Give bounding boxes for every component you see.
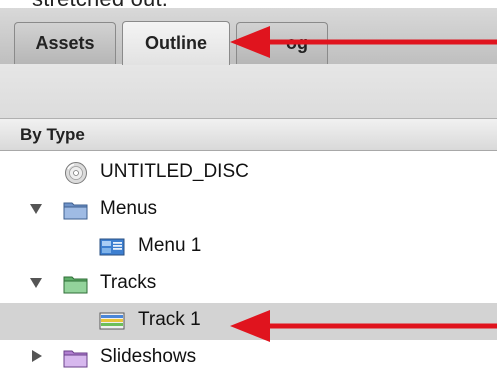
tab-bar: Assets Outline og [0,8,497,65]
menu-icon [99,238,125,256]
folder-blue-icon [63,202,88,220]
outline-row-label: UNTITLED_DISC [100,161,249,182]
outline-row-label: Track 1 [138,309,201,330]
outline-row-label: Menu 1 [138,235,202,256]
outline-row-tracks[interactable]: Tracks [0,266,497,303]
outline-row-label: Slideshows [100,346,197,367]
toolbar-area [0,64,497,119]
column-header[interactable]: By Type [0,119,497,151]
outline-row-label: Menus [100,198,158,219]
outline-row-slideshows[interactable]: Slideshows [0,340,497,374]
outline-panel-screenshot: stretched out. Assets Outline og By Type… [0,0,497,374]
disc-icon [65,162,87,184]
disclosure-triangle-expanded-icon[interactable] [30,278,42,288]
outline-row-untitled-disc[interactable]: UNTITLED_DISC [0,155,497,192]
tab-log-label: og [286,33,308,53]
outline-row-label: Tracks [100,272,157,293]
tab-outline[interactable]: Outline [122,21,230,65]
folder-green-icon [63,276,88,294]
outline-row-menu-1[interactable]: Menu 1 [0,229,497,266]
folder-purple-icon [63,350,88,368]
tab-assets[interactable]: Assets [14,22,116,64]
outline-list: UNTITLED_DISC Menus Menu 1 Tracks Track … [0,151,497,374]
tab-outline-label: Outline [145,33,207,53]
track-icon [99,312,125,330]
tab-log[interactable]: og [236,22,328,64]
outline-row-menus[interactable]: Menus [0,192,497,229]
outline-row-track-1[interactable]: Track 1 [0,303,497,340]
disclosure-triangle-collapsed-icon[interactable] [32,350,42,362]
column-header-label: By Type [20,125,85,144]
disclosure-triangle-expanded-icon[interactable] [30,204,42,214]
tab-assets-label: Assets [35,33,95,53]
